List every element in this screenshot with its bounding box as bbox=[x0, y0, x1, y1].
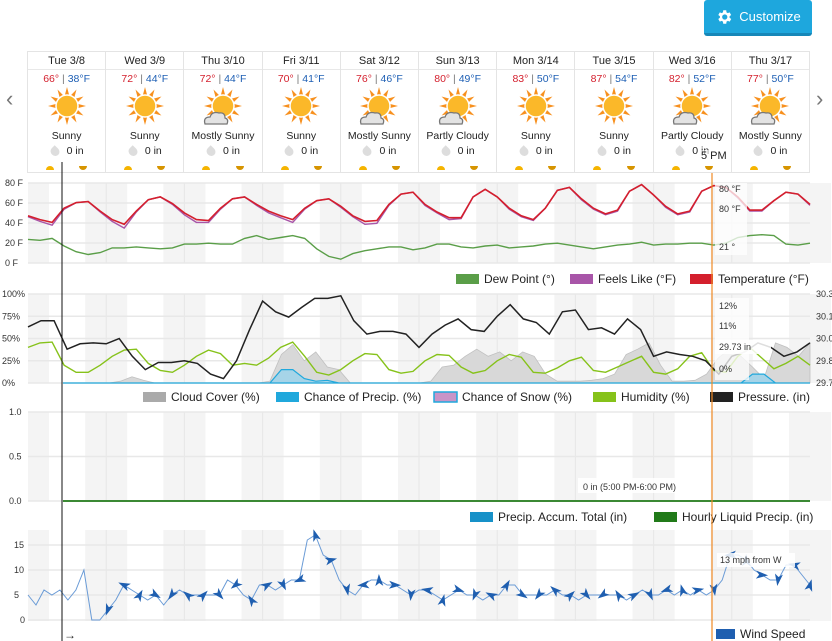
cursor-time-label: 5 PM bbox=[700, 150, 728, 162]
tooltip-pressure: 29.73 in bbox=[719, 342, 751, 352]
legend-swatch bbox=[716, 629, 735, 639]
tooltip-hourly-precip: 0 in (5:00 PM-6:00 PM) bbox=[583, 482, 676, 492]
y-tick-label: 20 F bbox=[5, 238, 24, 248]
night-band bbox=[28, 530, 49, 621]
y-tick-label: 0.0 bbox=[9, 496, 22, 506]
wind-panel bbox=[28, 530, 831, 621]
legend-swatch bbox=[456, 274, 479, 284]
y-tick-label: 0% bbox=[2, 378, 15, 388]
y-tick-label: 0 bbox=[20, 615, 25, 625]
legend-label: Cloud Cover (%) bbox=[171, 390, 260, 404]
legend-label: Wind Speed bbox=[740, 627, 805, 641]
legend-label: Dew Point (°) bbox=[484, 272, 555, 286]
legend-label: Pressure. (in) bbox=[738, 390, 810, 404]
legend-label: Temperature (°F) bbox=[718, 272, 809, 286]
y-tick-label: 15 bbox=[14, 540, 24, 550]
legend-swatch bbox=[593, 392, 616, 402]
forecast-page: Customize ‹ › Tue 3/8 66° | 38°F Sunny 0… bbox=[0, 0, 832, 641]
y-tick-label: 100% bbox=[2, 289, 25, 299]
tooltip-temperature: 80 °F bbox=[719, 204, 741, 214]
tooltip-chance-precip: 0% bbox=[719, 364, 732, 374]
y-tick-label: 0 F bbox=[5, 258, 19, 268]
y-tick-label-right: 30.3 bbox=[816, 289, 832, 299]
legend-label: Chance of Snow (%) bbox=[462, 390, 572, 404]
y-tick-label: 5 bbox=[14, 590, 19, 600]
legend-label: Feels Like (°F) bbox=[598, 272, 676, 286]
legend-swatch bbox=[690, 274, 713, 284]
night-band bbox=[789, 530, 831, 621]
y-tick-label: 80 F bbox=[5, 178, 24, 188]
y-tick-label: 60 F bbox=[5, 198, 24, 208]
legend-swatch bbox=[570, 274, 593, 284]
legend-swatch bbox=[143, 392, 166, 402]
tooltip-feels-like: 80 °F bbox=[719, 184, 741, 194]
legend-swatch bbox=[710, 392, 733, 402]
legend-label: Precip. Accum. Total (in) bbox=[498, 510, 627, 524]
y-tick-label: 75% bbox=[2, 311, 20, 321]
y-tick-label: 1.0 bbox=[9, 407, 22, 417]
y-tick-label-right: 29.7 bbox=[816, 378, 832, 388]
forecast-charts: 80 F 60 F 40 F 20 F 0 F 80 °F 80 °F 21 ° Tempera… bbox=[2, 162, 832, 641]
y-tick-label-right: 30.1 bbox=[816, 311, 832, 321]
tooltip-dew-point: 21 ° bbox=[719, 242, 736, 252]
tooltip-cloud-cover: 12% bbox=[719, 301, 737, 311]
y-tick-label-right: 30.0 bbox=[816, 334, 832, 344]
legend-swatch bbox=[654, 512, 677, 522]
y-tick-label: 40 F bbox=[5, 218, 24, 228]
y-tick-label: 25% bbox=[2, 356, 20, 366]
legend-label: Humidity (%) bbox=[621, 390, 690, 404]
legend-swatch bbox=[276, 392, 299, 402]
y-tick-label: 50% bbox=[2, 334, 20, 344]
tooltip-wind: 13 mph from W bbox=[720, 555, 782, 565]
y-tick-label: 0.5 bbox=[9, 452, 22, 462]
y-tick-label: 10 bbox=[14, 565, 24, 575]
legend-label: Chance of Precip. (%) bbox=[304, 390, 421, 404]
legend-swatch bbox=[470, 512, 493, 522]
legend-label: Hourly Liquid Precip. (in) bbox=[682, 510, 813, 524]
y-tick-label-right: 29.8 bbox=[816, 356, 832, 366]
now-arrow: → bbox=[64, 628, 76, 641]
tooltip-humidity: 11% bbox=[719, 321, 736, 331]
legend-swatch bbox=[433, 391, 458, 403]
